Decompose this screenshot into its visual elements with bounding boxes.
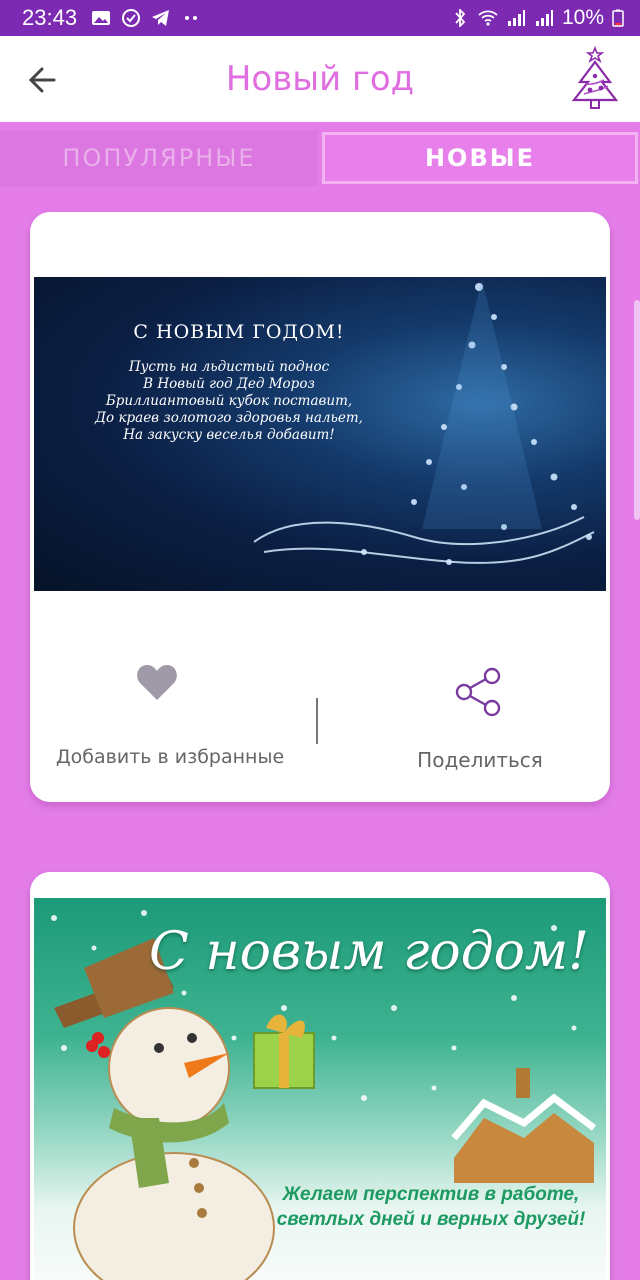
greeting-card: С новым годом! Желаем перспектив в работ…: [30, 872, 610, 1280]
greeting-image[interactable]: С новым годом! Желаем перспектив в работ…: [34, 898, 606, 1280]
poem-line: Бриллиантовый кубок поставит,: [105, 393, 353, 409]
arrow-left-icon[interactable]: [24, 62, 64, 98]
wifi-icon: [478, 10, 498, 26]
battery-icon: [612, 9, 624, 27]
page-title: Новый год: [225, 59, 415, 99]
share-label: Поделиться: [417, 748, 543, 772]
card-wish: Желаем перспектив в работе, светлых дней…: [256, 1182, 606, 1232]
tab-bar: ПОПУЛЯРНЫЕ НОВЫЕ: [0, 130, 640, 188]
card-actions: Добавить в избранные Поделиться: [30, 632, 610, 782]
app-bar: Новый год: [0, 36, 640, 122]
gallery-icon: [92, 11, 111, 25]
status-bar: 23:43 10%: [0, 0, 640, 36]
add-to-favorites-label: Добавить в избранные: [55, 746, 285, 768]
christmas-tree-icon[interactable]: [568, 44, 622, 112]
share-icon: [455, 667, 501, 717]
bluetooth-icon: [455, 9, 466, 27]
greeting-poem: Пусть на льдистый поднос В Новый год Дед…: [64, 359, 394, 444]
heart-icon: [137, 665, 177, 700]
poem-line: На закуску веселья добавит!: [123, 427, 335, 443]
check-circle-icon: [122, 9, 141, 27]
poem-line: В Новый год Дед Мороз: [143, 376, 315, 392]
more-dots-icon: [185, 16, 198, 20]
wish-line: светлых дней и верных друзей!: [276, 1209, 586, 1230]
telegram-icon: [152, 10, 170, 26]
status-time: 23:43: [22, 5, 78, 30]
wish-line: Желаем перспектив в работе,: [282, 1184, 580, 1205]
tab-new[interactable]: НОВЫЕ: [322, 132, 638, 184]
scrollbar[interactable]: [634, 300, 640, 520]
poem-line: До краев золотого здоровья нальет,: [95, 410, 363, 426]
greeting-title: С НОВЫМ ГОДОМ!: [133, 321, 345, 343]
actions-divider: [316, 698, 318, 744]
poem-line: Пусть на льдистый поднос: [128, 359, 330, 375]
share-button[interactable]: Поделиться: [330, 662, 610, 772]
tab-popular[interactable]: ПОПУЛЯРНЫЕ: [0, 130, 318, 186]
battery-percent: 10%: [561, 6, 604, 29]
greeting-card: С НОВЫМ ГОДОМ! Пусть на льдистый поднос …: [30, 212, 610, 802]
signal-icon: [507, 10, 525, 26]
add-to-favorites-button[interactable]: Добавить в избранные: [30, 662, 310, 772]
greeting-image[interactable]: С НОВЫМ ГОДОМ! Пусть на льдистый поднос …: [34, 277, 606, 591]
signal-icon: [535, 10, 553, 26]
card-headline: С новым годом!: [149, 922, 589, 982]
